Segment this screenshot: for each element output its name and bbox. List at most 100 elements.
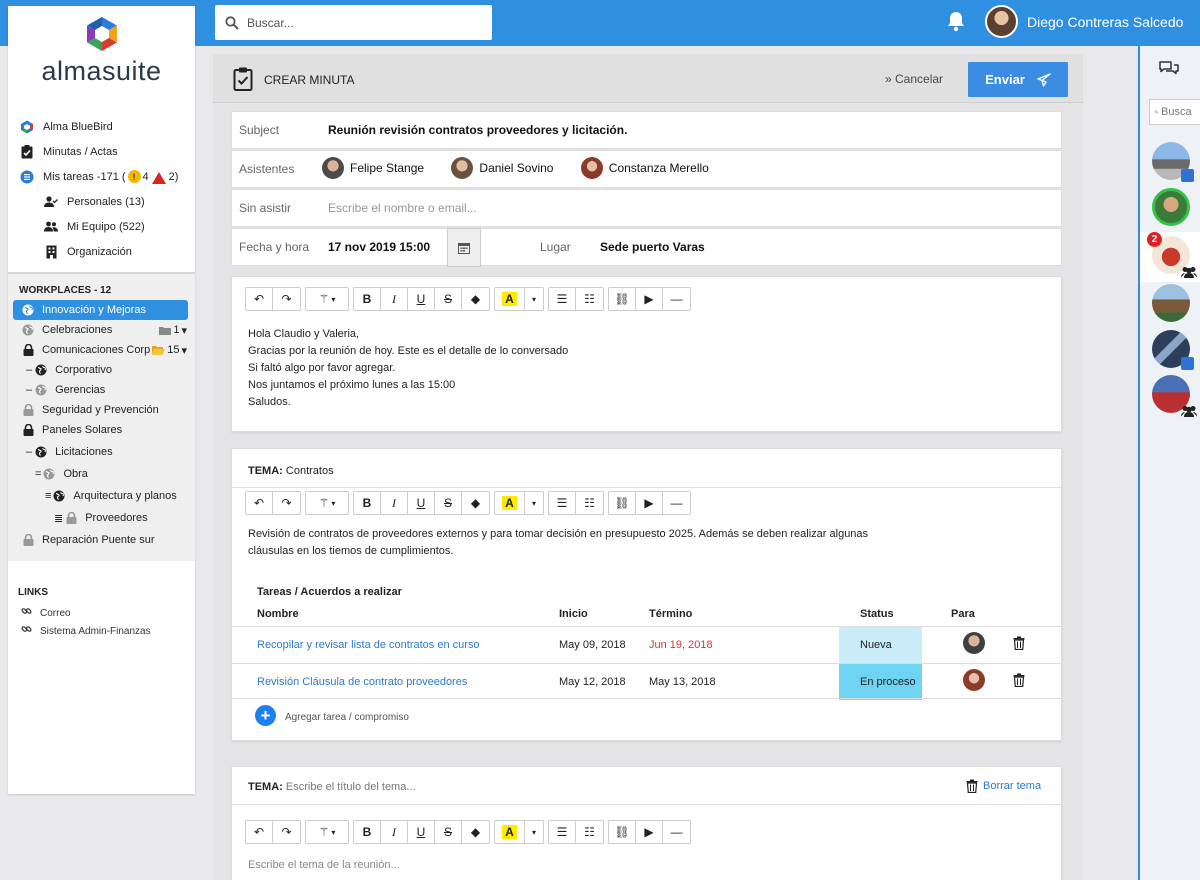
folder-count[interactable]: 15 ▾ — [152, 344, 187, 357]
nav-organizacion[interactable]: Organización — [8, 239, 195, 264]
bullet-list-icon[interactable]: ☰ — [549, 288, 576, 310]
contact-avatar[interactable] — [1152, 284, 1190, 322]
numbered-list-icon[interactable]: ☷ — [576, 492, 603, 514]
magic-format-button[interactable]: ⚚ ▾ — [306, 821, 348, 843]
highlight-button[interactable]: A — [495, 492, 525, 514]
cancel-link[interactable]: » Cancelar — [885, 72, 943, 86]
undo-button[interactable]: ↶ — [246, 288, 273, 310]
highlight-button[interactable]: A — [495, 821, 525, 843]
workplace-celebraciones[interactable]: Celebraciones 1 ▾ — [8, 320, 195, 340]
workplace-proveedores[interactable]: ≣ Proveedores — [8, 507, 195, 529]
bold-button[interactable]: B — [354, 288, 381, 310]
numbered-list-icon[interactable]: ☷ — [576, 821, 603, 843]
underline-button[interactable]: U — [408, 492, 435, 514]
topic-title[interactable]: TEMA: Contratos — [248, 465, 334, 477]
add-task-label[interactable]: Agregar tarea / compromiso — [285, 712, 409, 723]
calendar-button[interactable] — [447, 228, 481, 267]
eraser-icon[interactable]: ◆ — [462, 492, 489, 514]
redo-button[interactable]: ↷ — [273, 492, 300, 514]
topic-body[interactable]: Revisión de contratos de proveedores ext… — [248, 526, 868, 560]
highlight-button[interactable]: A — [495, 288, 525, 310]
strikethrough-button[interactable]: S — [435, 288, 462, 310]
contacts-search-input[interactable] — [1161, 106, 1200, 118]
media-icon[interactable]: ▶ — [636, 288, 663, 310]
horizontal-rule-icon[interactable]: — — [663, 288, 690, 310]
trash-icon[interactable] — [1013, 636, 1025, 651]
workplace-obra[interactable]: = Obra — [8, 463, 195, 485]
workplace-reparacion[interactable]: Reparación Puente sur — [8, 529, 195, 551]
topic-title[interactable]: TEMA: Escribe el título del tema... — [248, 781, 416, 793]
magic-format-button[interactable]: ⚚ ▾ — [306, 288, 348, 310]
workplace-paneles[interactable]: Paneles Solares — [8, 420, 195, 440]
attendee-chip[interactable]: Constanza Merello — [580, 156, 709, 179]
bold-button[interactable]: B — [354, 821, 381, 843]
underline-button[interactable]: U — [408, 821, 435, 843]
highlight-dropdown[interactable]: ▾ — [525, 492, 543, 514]
highlight-dropdown[interactable]: ▾ — [525, 288, 543, 310]
workplace-seguridad[interactable]: Seguridad y Prevención — [8, 400, 195, 420]
redo-button[interactable]: ↷ — [273, 288, 300, 310]
contact-avatar-online[interactable] — [1152, 188, 1190, 226]
nav-alma-bluebird[interactable]: Alma BlueBird — [8, 114, 195, 139]
chat-icon[interactable] — [1158, 60, 1180, 78]
link-icon[interactable]: ⛓ — [609, 492, 636, 514]
horizontal-rule-icon[interactable]: — — [663, 492, 690, 514]
subject-value[interactable]: Reunión revisión contratos proveedores y… — [322, 123, 627, 137]
horizontal-rule-icon[interactable]: — — [663, 821, 690, 843]
link-icon[interactable]: ⛓ — [609, 288, 636, 310]
nav-personales[interactable]: Personales (13) — [8, 189, 195, 214]
italic-button[interactable]: I — [381, 492, 408, 514]
redo-button[interactable]: ↷ — [273, 821, 300, 843]
underline-button[interactable]: U — [408, 288, 435, 310]
bullet-list-icon[interactable]: ☰ — [549, 821, 576, 843]
contacts-search[interactable] — [1149, 99, 1200, 125]
undo-button[interactable]: ↶ — [246, 821, 273, 843]
bell-icon[interactable] — [946, 10, 966, 32]
avatar[interactable] — [963, 669, 985, 691]
user-avatar[interactable] — [985, 5, 1018, 38]
attendee-chip[interactable]: Felipe Stange — [322, 156, 424, 179]
nav-mi-equipo[interactable]: Mi Equipo (522) — [8, 214, 195, 239]
folder-count[interactable]: 1 ▾ — [159, 324, 187, 337]
task-name[interactable]: Revisión Cláusula de contrato proveedore… — [232, 662, 559, 700]
workplace-gerencias[interactable]: – Gerencias — [8, 380, 195, 400]
user-name[interactable]: Diego Contreras Salcedo — [1027, 14, 1183, 30]
attendee-chip[interactable]: Daniel Sovino — [451, 156, 553, 179]
send-button[interactable]: Enviar — [968, 62, 1068, 97]
strikethrough-button[interactable]: S — [435, 821, 462, 843]
datetime-value[interactable]: 17 nov 2019 15:00 — [322, 240, 447, 254]
workplace-arquitectura[interactable]: ≡ Arquitectura y planos — [8, 485, 195, 507]
workplace-innovacion[interactable]: Innovación y Mejoras — [13, 300, 188, 320]
trash-icon[interactable] — [1013, 673, 1025, 688]
link-icon[interactable]: ⛓ — [609, 821, 636, 843]
intro-text[interactable]: Hola Claudio y Valeria, Gracias por la r… — [248, 326, 568, 411]
avatar[interactable] — [963, 632, 985, 654]
bold-button[interactable]: B — [354, 492, 381, 514]
nav-minutas[interactable]: Minutas / Actas — [8, 139, 195, 164]
highlight-dropdown[interactable]: ▾ — [525, 821, 543, 843]
status-badge[interactable]: Nueva — [839, 626, 922, 663]
italic-button[interactable]: I — [381, 821, 408, 843]
eraser-icon[interactable]: ◆ — [462, 821, 489, 843]
workplace-comunicaciones[interactable]: Comunicaciones Corp 15 ▾ — [8, 340, 195, 360]
add-task-button[interactable]: + — [255, 705, 276, 726]
global-search[interactable] — [215, 5, 492, 40]
media-icon[interactable]: ▶ — [636, 492, 663, 514]
workplace-corporativo[interactable]: – Corporativo — [8, 360, 195, 380]
strikethrough-button[interactable]: S — [435, 492, 462, 514]
nav-mis-tareas[interactable]: Mis tareas -171 ( ! 4 2) — [8, 164, 195, 189]
task-name[interactable]: Recopilar y revisar lista de contratos e… — [232, 625, 559, 663]
undo-button[interactable]: ↶ — [246, 492, 273, 514]
link-correo[interactable]: Correo — [18, 604, 195, 622]
group-avatar[interactable] — [1152, 375, 1197, 417]
link-admin-finanzas[interactable]: Sistema Admin-Finanzas — [18, 622, 195, 640]
logo[interactable]: almasuite — [8, 6, 195, 106]
search-input[interactable] — [247, 15, 467, 30]
place-value[interactable]: Sede puerto Varas — [600, 240, 705, 254]
italic-button[interactable]: I — [381, 288, 408, 310]
eraser-icon[interactable]: ◆ — [462, 288, 489, 310]
contact-avatar[interactable] — [1152, 142, 1194, 182]
delete-topic-button[interactable]: Borrar tema — [966, 779, 1041, 793]
absent-input[interactable] — [322, 201, 622, 215]
bullet-list-icon[interactable]: ☰ — [549, 492, 576, 514]
